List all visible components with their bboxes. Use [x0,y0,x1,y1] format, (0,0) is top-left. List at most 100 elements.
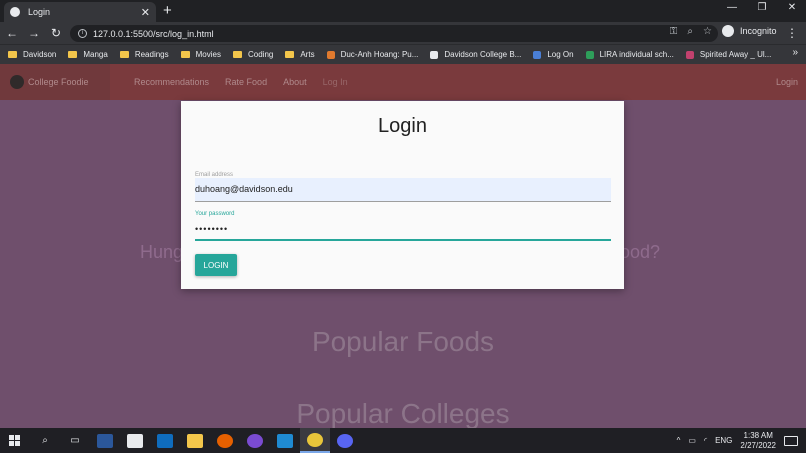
hero-text-right: ood? [620,242,661,262]
password-field[interactable]: •••••••• [195,217,611,241]
password-field-group: Your password •••••••• [195,211,611,241]
site-logo [10,75,24,89]
task-view-icon[interactable]: ▭ [60,428,90,453]
clock[interactable]: 1:38 AM 2/27/2022 [740,431,776,451]
site-info-icon[interactable]: i [78,29,87,38]
site-brand[interactable]: College Foodie [0,64,110,100]
bookmark-item[interactable]: Duc-Anh Hoang: Pu... [326,50,419,59]
folder-icon [180,51,190,58]
folder-icon [232,51,242,58]
windows-taskbar: ⌕ ▭ ^ ▭ ◜ ENG 1:38 AM 2/27/2022 [0,428,806,453]
bookmark-label: Arts [300,50,315,59]
clock-date: 2/27/2022 [740,440,776,450]
back-button[interactable]: ← [2,26,22,40]
bookmarks-bar: Davidson Manga Readings Movies Coding Arts Duc… [0,44,806,64]
incognito-icon [722,25,734,37]
bookmark-label: Davidson College B... [444,50,522,59]
bookmark-label: Spirited Away _ Ul... [699,50,772,59]
nav-login-link[interactable]: Login [776,77,798,87]
login-button[interactable]: LOGIN [195,254,237,276]
battery-icon[interactable]: ▭ [688,436,696,445]
login-modal: Login Email address duhoang@davidson.edu… [181,101,624,289]
search-icon[interactable]: ⌕ [30,428,60,453]
zoom-icon[interactable]: ⌕ [687,26,693,37]
bookmark-item[interactable]: Movies [180,50,221,59]
address-bar-icons: ⚿ ⌕ ☆ [670,26,712,37]
notification-icon[interactable] [784,435,798,446]
site-favicon-icon [533,50,542,59]
modal-title: Login [378,115,427,137]
bookmark-label: Log On [547,50,574,59]
key-icon[interactable]: ⚿ [670,26,678,37]
bookmarks-overflow-button[interactable]: » [792,47,798,58]
windows-icon [9,434,20,446]
word-icon[interactable] [90,428,120,453]
bookmark-item[interactable]: Arts [285,50,315,59]
incognito-label: Incognito [740,26,777,36]
site-favicon-icon [585,50,594,59]
folder-icon [119,51,129,58]
store-icon[interactable] [120,428,150,453]
restore-button[interactable]: ❐ [754,2,770,13]
folder-icon [8,51,17,58]
browser-tab-strip: Login ✕ + — ❐ ✕ [0,0,806,22]
bookmark-item[interactable]: Log On [533,50,574,59]
tab-title: Login [28,7,51,17]
outlook-icon[interactable] [150,428,180,453]
popular-colleges-heading: Popular Colleges [296,398,510,428]
bookmark-label: LIRA individual sch... [599,50,674,59]
url-text: 127.0.0.1:5500/src/log_in.html [93,28,214,39]
nav-about[interactable]: About [283,77,307,87]
file-explorer-icon[interactable] [180,428,210,453]
browser-toolbar: ← → ↻ i 127.0.0.1:5500/src/log_in.html ⚿… [0,22,806,44]
bookmark-item[interactable]: Coding [232,50,273,59]
forward-button[interactable]: → [24,26,44,40]
browser-menu-icon[interactable]: ⋮ [786,26,798,40]
browser-tab[interactable]: Login ✕ [4,2,156,22]
chevron-up-icon[interactable]: ^ [677,436,681,445]
email-field[interactable]: duhoang@davidson.edu [195,178,611,202]
site-favicon-icon [685,50,694,59]
start-button[interactable] [0,428,30,453]
brand-name: College Foodie [28,77,89,87]
bookmark-item[interactable]: Spirited Away _ Ul... [685,50,772,59]
star-icon[interactable]: ☆ [703,26,712,37]
window-controls: — ❐ ✕ [724,2,800,13]
nav-rate-food[interactable]: Rate Food [225,77,267,87]
discord-icon[interactable] [330,428,360,453]
popular-foods-heading: Popular Foods [311,326,495,357]
system-tray: ^ ▭ ◜ ENG 1:38 AM 2/27/2022 [677,428,806,453]
bookmark-label: Davidson [23,50,57,59]
chrome-icon[interactable] [300,428,330,453]
nav-recommendations[interactable]: Recommendations [134,77,209,87]
language-indicator[interactable]: ENG [715,436,732,445]
nav-links: Recommendations Rate Food About Log In [134,77,348,87]
bookmark-item[interactable]: Manga [68,50,108,59]
nav-log-in[interactable]: Log In [323,77,348,87]
new-tab-button[interactable]: + [163,2,172,19]
wifi-icon[interactable]: ◜ [704,436,707,445]
bookmark-label: Movies [195,50,221,59]
minimize-button[interactable]: — [724,2,740,13]
close-tab-icon[interactable]: ✕ [141,6,150,19]
incognito-indicator[interactable]: Incognito [722,25,777,37]
folder-icon [285,51,295,58]
clock-time: 1:38 AM [743,430,773,440]
site-navbar: College Foodie Recommendations Rate Food… [0,64,806,100]
vscode-icon[interactable] [270,428,300,453]
page-content: College Foodie Recommendations Rate Food… [0,64,806,428]
hero-text-left: Hung [140,242,184,262]
bookmark-label: Duc-Anh Hoang: Pu... [340,50,419,59]
github-desktop-icon[interactable] [240,428,270,453]
globe-icon [10,7,20,17]
reload-button[interactable]: ↻ [46,26,66,40]
folder-icon [68,51,78,58]
bookmark-item[interactable]: Readings [119,50,169,59]
bookmark-item[interactable]: Davidson College B... [430,50,521,59]
bookmark-item[interactable]: Davidson [8,50,56,59]
bookmark-item[interactable]: LIRA individual sch... [585,50,674,59]
site-favicon-icon [326,50,335,59]
close-window-button[interactable]: ✕ [784,2,800,13]
address-bar[interactable]: i 127.0.0.1:5500/src/log_in.html ⚿ ⌕ ☆ [70,25,718,42]
firefox-icon[interactable] [210,428,240,453]
